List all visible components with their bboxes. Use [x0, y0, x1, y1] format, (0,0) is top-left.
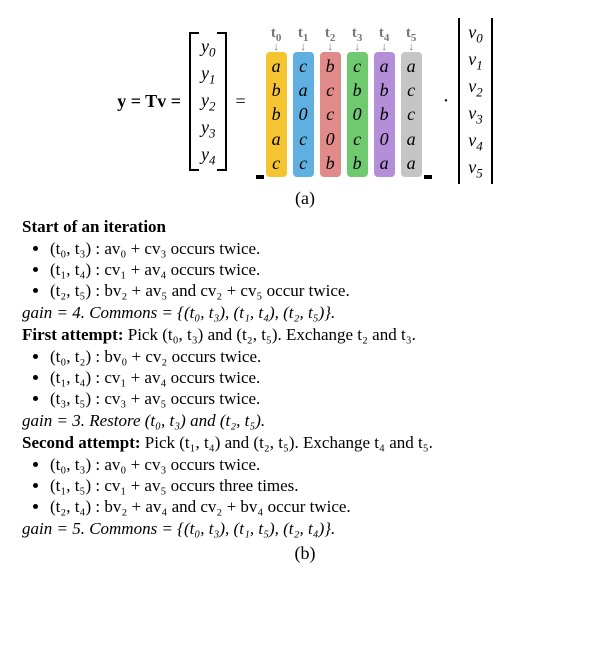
- first-action: Pick (t₀, t₃) and (t₂, t₅). Exchange t₂ …: [124, 325, 416, 344]
- v-entry: v5: [468, 155, 482, 182]
- list-item: (t₁, t₅) : cv₁ + av₅ occurs three times.: [50, 476, 588, 496]
- arrow-icon: ↓: [408, 45, 414, 49]
- bracket-right: [219, 32, 227, 171]
- col-body: c a 0 c c: [293, 52, 314, 177]
- list-item: (t₀, t₃) : av₀ + cv₃ occurs twice.: [50, 455, 588, 475]
- list-item: (t₀, t₂) : bv₀ + cv₂ occurs twice.: [50, 347, 588, 367]
- cell: c: [272, 151, 280, 175]
- cell: a: [407, 127, 416, 151]
- y-column: y0 y1 y2 y3 y4: [197, 32, 219, 171]
- cell: a: [407, 151, 416, 175]
- arrow-icon: ↓: [327, 45, 333, 49]
- list-item: (t₃, t₅) : cv₃ + av₅ occurs twice.: [50, 389, 588, 409]
- caption-b: (b): [22, 543, 588, 564]
- cell: a: [272, 127, 281, 151]
- cell: b: [272, 102, 281, 126]
- y-entry: y4: [201, 142, 215, 169]
- equation-figure: y = Tv = y0 y1 y2 y3 y4 = t0 ↓ a: [22, 18, 588, 184]
- col-t3: t3 ↓ c b 0 c b: [347, 25, 368, 177]
- first-list: (t₀, t₂) : bv₀ + cv₂ occurs twice. (t₁, …: [50, 347, 588, 409]
- y-entry: y3: [201, 115, 215, 142]
- cell: c: [299, 127, 307, 151]
- cell: a: [380, 54, 389, 78]
- cell: b: [353, 151, 362, 175]
- v-vector: v0 v1 v2 v3 v4 v5: [458, 18, 492, 184]
- second-title: Second attempt:: [22, 433, 141, 452]
- list-item: (t₂, t₄) : bv₂ + av₄ and cv₂ + bv₄ occur…: [50, 497, 588, 517]
- iteration-block: Start of an iteration (t₀, t₃) : av₀ + c…: [22, 217, 588, 539]
- second-attempt-line: Second attempt: Pick (t₁, t₄) and (t₂, t…: [22, 433, 588, 453]
- col-body: b c c 0 b: [320, 52, 341, 177]
- second-list: (t₀, t₃) : av₀ + cv₃ occurs twice. (t₁, …: [50, 455, 588, 517]
- cell: b: [272, 78, 281, 102]
- first-gain: gain = 3. Restore (t₀, t₃) and (t₂, t₅).: [22, 411, 588, 431]
- cell: b: [353, 78, 362, 102]
- v-column: v0 v1 v2 v3 v4 v5: [464, 18, 486, 184]
- start-gain: gain = 4. Commons = {(t₀, t₃), (t₁, t₄),…: [22, 303, 588, 323]
- col-body: c b 0 c b: [347, 52, 368, 177]
- cell: 0: [353, 102, 362, 126]
- bracket-left: [189, 32, 197, 171]
- list-item: (t₂, t₅) : bv₂ + av₅ and cv₂ + cv₅ occur…: [50, 281, 588, 301]
- second-action: Pick (t₁, t₄) and (t₂, t₅). Exchange t₄ …: [141, 433, 433, 452]
- cell: b: [380, 78, 389, 102]
- col-t1: t1 ↓ c a 0 c c: [293, 25, 314, 177]
- v-entry: v1: [468, 47, 482, 74]
- cell: c: [353, 127, 361, 151]
- col-body: a b b a c: [266, 52, 287, 177]
- cell: b: [380, 102, 389, 126]
- arrow-icon: ↓: [300, 45, 306, 49]
- vbar-left: [458, 18, 460, 184]
- cell: a: [272, 54, 281, 78]
- y-entry: y1: [201, 61, 215, 88]
- col-t4: t4 ↓ a b b 0 a: [374, 25, 395, 177]
- list-item: (t₁, t₄) : cv₁ + av₄ occurs twice.: [50, 368, 588, 388]
- col-body: a b b 0 a: [374, 52, 395, 177]
- cell: c: [407, 102, 415, 126]
- cell: c: [299, 151, 307, 175]
- list-item: (t₁, t₄) : cv₁ + av₄ occurs twice.: [50, 260, 588, 280]
- cell: 0: [299, 102, 308, 126]
- start-title: Start of an iteration: [22, 217, 588, 237]
- cell: c: [407, 78, 415, 102]
- arrow-icon: ↓: [381, 45, 387, 49]
- col-t0: t0 ↓ a b b a c: [266, 25, 287, 177]
- T-matrix: t0 ↓ a b b a c t1 ↓ c a 0 c c: [254, 25, 434, 177]
- arrow-icon: ↓: [354, 45, 360, 49]
- col-t2: t2 ↓ b c c 0 b: [320, 25, 341, 177]
- v-entry: v4: [468, 128, 482, 155]
- second-gain: gain = 5. Commons = {(t₀, t₃), (t₁, t₅),…: [22, 519, 588, 539]
- cell: b: [326, 54, 335, 78]
- vbar-right: [491, 18, 493, 184]
- v-entry: v0: [468, 20, 482, 47]
- cell: a: [380, 151, 389, 175]
- eq-lhs: y = Tv =: [117, 91, 181, 112]
- first-title: First attempt:: [22, 325, 124, 344]
- T-columns: t0 ↓ a b b a c t1 ↓ c a 0 c c: [266, 25, 422, 177]
- caption-a: (a): [22, 188, 588, 209]
- col-body: a c c a a: [401, 52, 422, 177]
- dot-operator: ·: [442, 90, 451, 113]
- y-entry: y0: [201, 34, 215, 61]
- list-item: (t₀, t₃) : av₀ + cv₃ occurs twice.: [50, 239, 588, 259]
- cell: 0: [326, 127, 335, 151]
- start-list: (t₀, t₃) : av₀ + cv₃ occurs twice. (t₁, …: [50, 239, 588, 301]
- col-t5: t5 ↓ a c c a a: [401, 25, 422, 177]
- cell: c: [326, 78, 334, 102]
- cell: b: [326, 151, 335, 175]
- cell: c: [299, 54, 307, 78]
- cell: c: [353, 54, 361, 78]
- v-entry: v2: [468, 74, 482, 101]
- cell: a: [407, 54, 416, 78]
- y-vector: y0 y1 y2 y3 y4: [189, 32, 227, 171]
- cell: a: [299, 78, 308, 102]
- cell: c: [326, 102, 334, 126]
- y-entry: y2: [201, 88, 215, 115]
- eq-equals: =: [235, 91, 245, 112]
- v-entry: v3: [468, 101, 482, 128]
- first-attempt-line: First attempt: Pick (t₀, t₃) and (t₂, t₅…: [22, 325, 588, 345]
- arrow-icon: ↓: [273, 45, 279, 49]
- cell: 0: [380, 127, 389, 151]
